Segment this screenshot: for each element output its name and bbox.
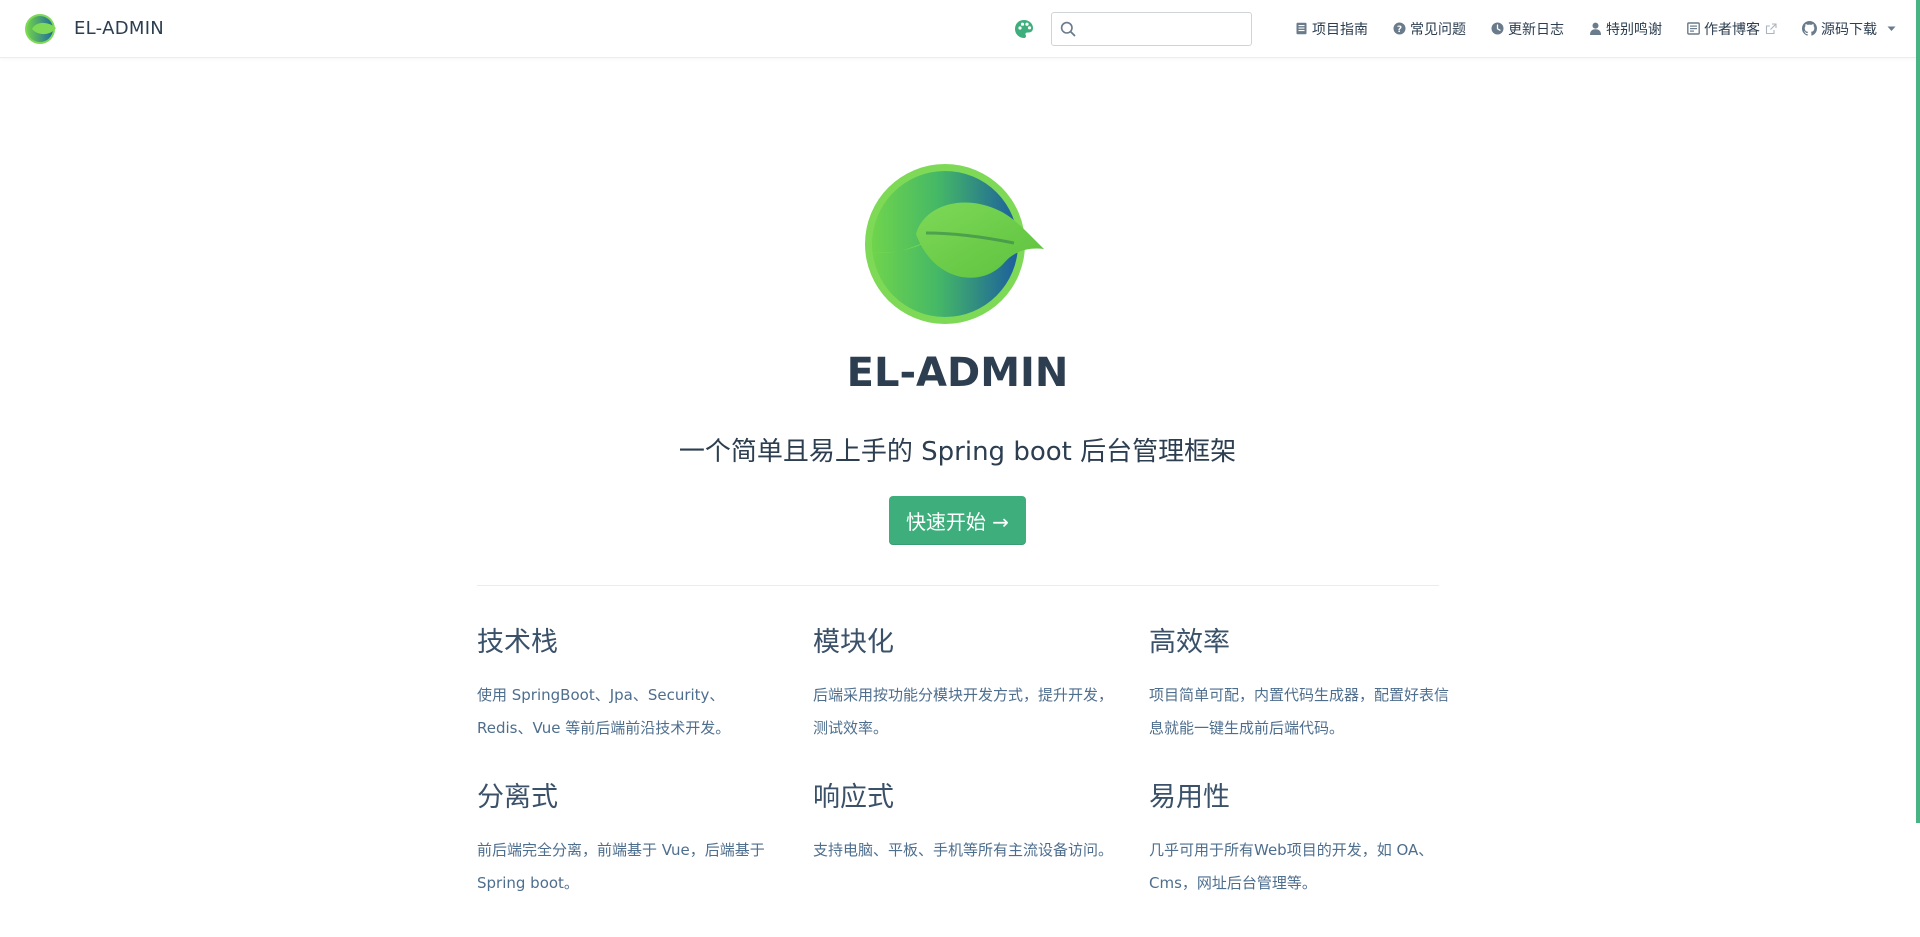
hero-logo-icon <box>864 163 1048 325</box>
features-grid: 技术栈 使用 SpringBoot、Jpa、Security、Redis、Vue… <box>477 620 1449 911</box>
palette-icon[interactable] <box>1013 18 1035 40</box>
feature-details: 前后端完全分离，前端基于 Vue，后端基于 Spring boot。 <box>477 841 765 892</box>
nav-item-label: 常见问题 <box>1410 21 1466 38</box>
nav-links: 项目指南 ? 常见问题 更新日志 特别鸣谢 作者博客 源码下载 <box>1013 0 1896 58</box>
feature-card: 模块化 后端采用按功能分模块开发方式，提升开发，测试效率。 <box>813 620 1149 756</box>
feature-card: 高效率 项目简单可配，内置代码生成器，配置好表信息就能一键生成前后端代码。 <box>1149 620 1449 756</box>
feature-title: 易用性 <box>1149 782 1230 813</box>
search-icon <box>1060 21 1076 37</box>
github-icon <box>1802 21 1817 36</box>
user-icon <box>1589 22 1602 35</box>
scrollbar[interactable] <box>1916 0 1920 823</box>
site-title: EL-ADMIN <box>74 18 165 39</box>
feature-details: 后端采用按功能分模块开发方式，提升开发，测试效率。 <box>813 686 1114 737</box>
hero-title: EL-ADMIN <box>846 350 1069 396</box>
nav-item-label: 项目指南 <box>1312 21 1368 38</box>
book-icon <box>1295 22 1308 35</box>
newspaper-icon <box>1687 22 1700 35</box>
nav-item-label: 作者博客 <box>1704 21 1760 38</box>
hero-description: 一个简单且易上手的 Spring boot 后台管理框架 <box>678 437 1237 467</box>
feature-title: 技术栈 <box>477 627 558 658</box>
feature-details: 项目简单可配，内置代码生成器，配置好表信息就能一键生成前后端代码。 <box>1149 686 1450 737</box>
feature-title: 响应式 <box>813 782 894 813</box>
nav-item-changelog[interactable]: 更新日志 <box>1491 19 1564 39</box>
search-input[interactable] <box>1082 12 1260 45</box>
feature-card: 响应式 支持电脑、平板、手机等所有主流设备访问。 <box>813 775 1149 911</box>
question-circle-icon: ? <box>1393 22 1406 35</box>
home-link[interactable]: EL-ADMIN <box>24 12 164 46</box>
feature-card: 易用性 几乎可用于所有Web项目的开发，如 OA、Cms，网址后台管理等。 <box>1149 775 1439 911</box>
search-box[interactable] <box>1051 11 1260 46</box>
nav-item-blog[interactable]: 作者博客 <box>1687 19 1777 39</box>
nav-item-label: 更新日志 <box>1508 21 1564 38</box>
feature-card: 技术栈 使用 SpringBoot、Jpa、Security、Redis、Vue… <box>477 620 813 756</box>
nav-item-source-download[interactable]: 源码下载 <box>1802 19 1896 39</box>
feature-title: 高效率 <box>1149 627 1230 658</box>
feature-card: 分离式 前后端完全分离，前端基于 Vue，后端基于 Spring boot。 <box>477 775 813 911</box>
nav-item-guide[interactable]: 项目指南 <box>1295 19 1368 39</box>
chevron-down-icon <box>1887 26 1896 32</box>
nav-item-label: 特别鸣谢 <box>1606 21 1662 38</box>
nav-item-faq[interactable]: ? 常见问题 <box>1393 19 1466 39</box>
feature-title: 模块化 <box>813 627 894 658</box>
el-admin-logo-icon <box>24 12 58 46</box>
divider <box>477 585 1439 586</box>
external-link-icon <box>1765 22 1777 35</box>
feature-title: 分离式 <box>477 782 558 813</box>
nav-item-thanks[interactable]: 特别鸣谢 <box>1589 19 1662 39</box>
quick-start-button[interactable]: 快速开始 → <box>889 496 1026 545</box>
clock-icon <box>1491 22 1504 35</box>
feature-details: 使用 SpringBoot、Jpa、Security、Redis、Vue 等前后… <box>477 686 731 737</box>
feature-details: 支持电脑、平板、手机等所有主流设备访问。 <box>813 841 1114 859</box>
nav-item-label: 源码下载 <box>1821 21 1877 38</box>
feature-details: 几乎可用于所有Web项目的开发，如 OA、Cms，网址后台管理等。 <box>1149 841 1434 892</box>
svg-text:?: ? <box>1397 25 1402 35</box>
navbar: EL-ADMIN 项目指南 ? 常见问题 更新日志 特别鸣谢 作者博客 源码下载 <box>0 0 1920 58</box>
